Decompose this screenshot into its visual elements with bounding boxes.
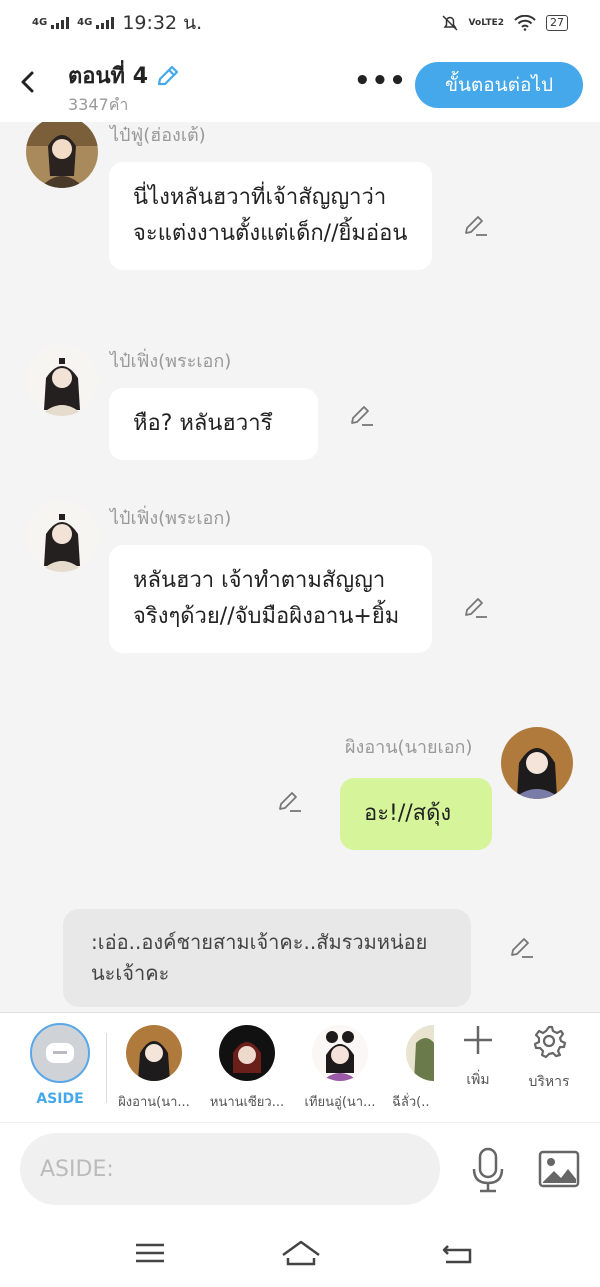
network-type: 4G — [32, 17, 48, 28]
character-avatar — [312, 1025, 368, 1081]
volte-label: VoLTE2 — [468, 18, 504, 28]
character-avatar — [219, 1025, 275, 1081]
sender-name: ไป๋ฟู่(ฮ่องเต้) — [110, 125, 206, 146]
chat-bubble-icon — [46, 1043, 74, 1063]
aside-button[interactable] — [30, 1023, 90, 1083]
edit-message-icon[interactable] — [463, 594, 489, 620]
message-bubble[interactable]: อะ!//สดุ้ง — [340, 778, 492, 850]
character-name: หนานเซียว... — [209, 1095, 285, 1110]
divider — [106, 1033, 107, 1103]
chat-area[interactable]: ไป๋ฟู่(ฮ่องเต้) นี่ไงหลันฮวาที่เจ้าสัญญา… — [0, 122, 600, 1012]
network-type-2: 4G — [77, 17, 93, 28]
character-name: เทียนอู่(นา... — [304, 1095, 376, 1110]
sender-name: ไป๋เฟิ่ง(พระเอก) — [110, 508, 232, 529]
status-bar: 4G 4G 19:32 น. VoLTE2 27 — [0, 0, 600, 46]
aside-label: ASIDE — [36, 1091, 84, 1107]
plus-icon — [464, 1026, 492, 1054]
mute-bell-icon — [442, 15, 458, 31]
avatar[interactable] — [501, 727, 573, 799]
add-character-button[interactable]: เพิ่ม — [448, 1023, 508, 1091]
avatar[interactable] — [26, 500, 98, 572]
microphone-icon[interactable] — [470, 1147, 506, 1193]
input-bar — [0, 1122, 600, 1218]
avatar[interactable] — [26, 344, 98, 416]
back-icon[interactable] — [440, 1238, 476, 1268]
character-avatar — [126, 1025, 182, 1081]
character-item[interactable]: ฉีลั่ว(... — [392, 1025, 434, 1112]
edit-message-icon[interactable] — [509, 934, 535, 960]
character-item[interactable]: หนานเซียว... — [205, 1025, 289, 1112]
wifi-icon — [514, 15, 536, 31]
add-label: เพิ่ม — [466, 1072, 490, 1088]
aside-bubble[interactable]: :เอ่อ..องค์ชายสามเจ้าคะ..สัมรวมหน่อยนะเจ… — [63, 909, 471, 1007]
message-bubble[interactable]: หลันฮวา เจ้าทำตามสัญญาจริงๆด้วย//จับมือผ… — [109, 545, 432, 653]
more-options-button[interactable]: ••• — [354, 66, 407, 96]
signal-icon-2 — [96, 17, 115, 29]
message-input[interactable] — [20, 1133, 440, 1205]
home-icon[interactable] — [280, 1238, 322, 1268]
manage-button[interactable]: บริหาร — [519, 1023, 579, 1093]
sender-name: ผิงอาน(นายเอก) — [345, 737, 473, 758]
sender-name: ไป๋เฟิ่ง(พระเอก) — [110, 351, 232, 372]
avatar[interactable] — [26, 122, 98, 188]
character-item[interactable]: เทียนอู่(นา... — [298, 1025, 382, 1112]
character-selector: ASIDE ผิงอาน(นา... หนานเซียว... เทียนอู่… — [0, 1012, 600, 1122]
page-title: ตอนที่ 4 — [68, 58, 182, 93]
manage-label: บริหาร — [528, 1074, 570, 1090]
character-item[interactable]: ผิงอาน(นา... — [112, 1025, 196, 1112]
battery-indicator: 27 — [546, 15, 568, 31]
signal-icon — [51, 17, 70, 29]
episode-title: ตอนที่ 4 — [68, 64, 149, 89]
header: ตอนที่ 4 3347คำ ••• ขั้นตอนต่อไป — [0, 46, 600, 122]
next-step-button[interactable]: ขั้นตอนต่อไป — [415, 62, 583, 108]
edit-title-icon[interactable] — [154, 62, 182, 90]
message-bubble[interactable]: หือ? หลันฮวารึ — [109, 388, 318, 460]
gear-icon — [533, 1025, 567, 1059]
word-count: 3347คำ — [68, 95, 129, 114]
character-name: ผิงอาน(นา... — [118, 1095, 190, 1110]
character-avatar — [406, 1025, 434, 1081]
menu-icon[interactable] — [132, 1238, 168, 1268]
image-icon[interactable] — [538, 1149, 580, 1189]
system-nav-bar — [0, 1218, 600, 1287]
edit-message-icon[interactable] — [463, 212, 489, 238]
chevron-left-icon[interactable] — [14, 66, 42, 98]
edit-message-icon[interactable] — [277, 788, 303, 814]
character-name: ฉีลั่ว(... — [392, 1095, 430, 1110]
edit-message-icon[interactable] — [349, 402, 375, 428]
clock: 19:32 น. — [122, 12, 203, 34]
message-bubble[interactable]: นี่ไงหลันฮวาที่เจ้าสัญญาว่าจะแต่งงานตั้ง… — [109, 162, 432, 270]
